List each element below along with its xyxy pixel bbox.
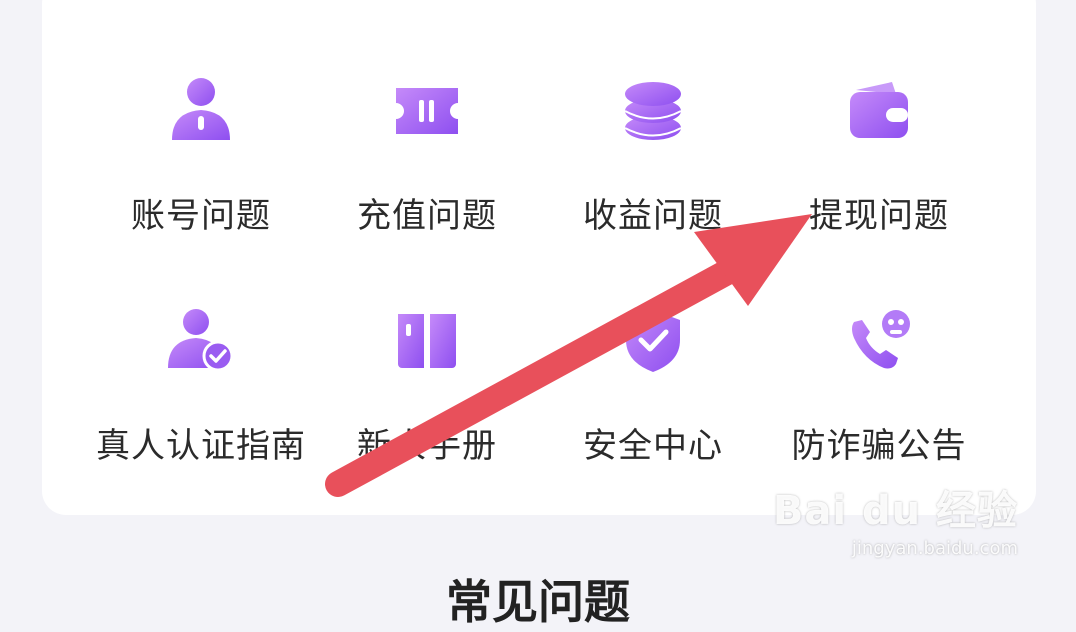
watermark-url: jingyan.baidu.com <box>851 538 1018 559</box>
book-icon <box>392 306 462 376</box>
grid-item-account[interactable]: 账号问题 <box>87 48 315 248</box>
grid-item-label: 账号问题 <box>131 196 271 236</box>
verified-user-icon <box>166 306 236 376</box>
grid-item-label: 安全中心 <box>583 426 723 466</box>
grid-item-label: 收益问题 <box>583 196 723 236</box>
section-heading: 常见问题 <box>446 575 630 629</box>
grid-item-newbie-manual[interactable]: 新人手册 <box>313 278 541 478</box>
grid-item-label: 防诈骗公告 <box>791 426 967 466</box>
grid-item-label: 真人认证指南 <box>96 426 306 466</box>
watermark: Bai du 经验 jingyan.baidu.com <box>773 478 1018 559</box>
wallet-icon <box>844 76 914 146</box>
shield-icon <box>618 306 688 376</box>
grid-item-label: 充值问题 <box>357 196 497 236</box>
grid-item-verification-guide[interactable]: 真人认证指南 <box>87 278 315 478</box>
ticket-icon <box>392 76 462 146</box>
user-icon <box>166 76 236 146</box>
phone-alert-icon <box>844 306 914 376</box>
coin-stack-icon <box>618 76 688 146</box>
grid-item-withdraw[interactable]: 提现问题 <box>765 48 993 248</box>
grid-item-anti-fraud[interactable]: 防诈骗公告 <box>765 278 993 478</box>
grid-item-recharge[interactable]: 充值问题 <box>313 48 541 248</box>
watermark-logo: Bai du 经验 <box>772 488 1018 534</box>
grid-item-earnings[interactable]: 收益问题 <box>539 48 767 248</box>
grid-item-security-center[interactable]: 安全中心 <box>539 278 767 478</box>
grid-item-label: 新人手册 <box>357 426 497 466</box>
grid-item-label: 提现问题 <box>809 196 949 236</box>
help-categories-card: 账号问题 充值问题 收益问题 提现问题 真人认证指南 新人手册 安全中心 防诈骗… <box>42 0 1036 515</box>
